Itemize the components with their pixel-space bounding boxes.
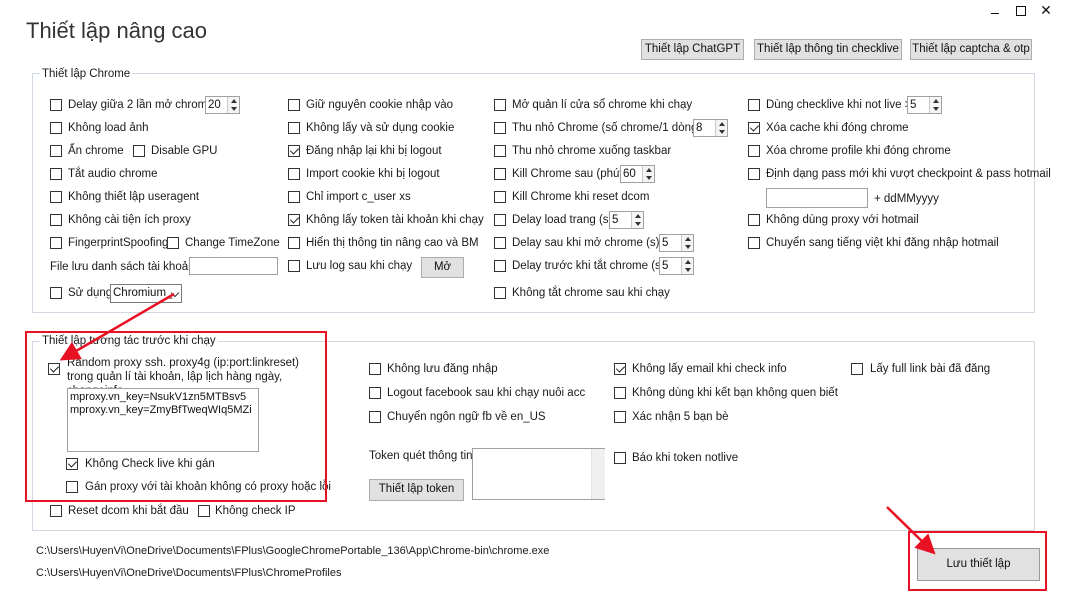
arrow-to-proxy-icon [59, 292, 175, 361]
arrow-to-save-icon [886, 506, 936, 555]
arrow-annotations [59, 292, 936, 555]
settings-window: Thiết lập nâng cao ✕ Thiết lập ChatGPT T… [0, 0, 1065, 608]
